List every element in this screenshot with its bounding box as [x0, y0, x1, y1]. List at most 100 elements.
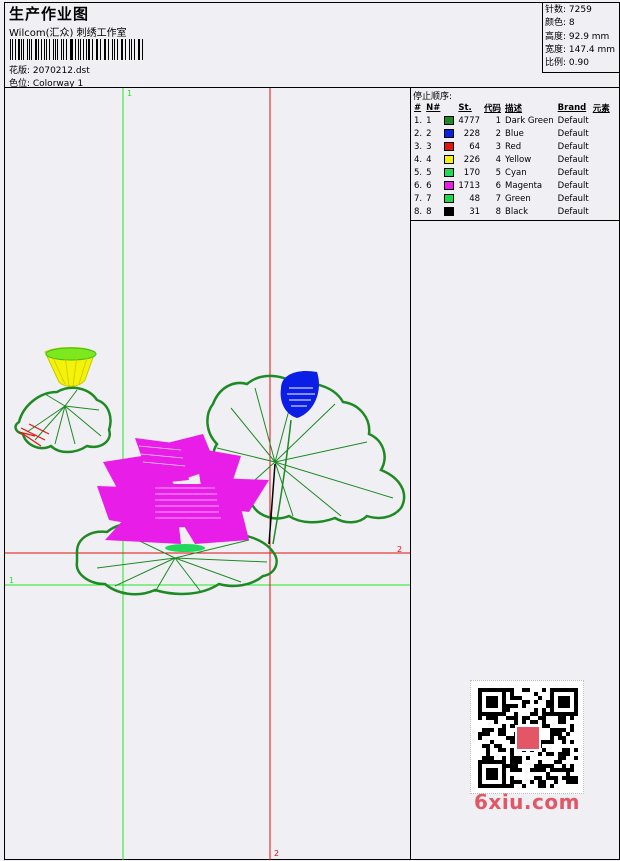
- thread-code: 5: [495, 167, 502, 178]
- thread-element: [591, 140, 612, 153]
- thread-brand: Default: [557, 141, 589, 152]
- thread-stitches: 226: [463, 154, 481, 165]
- swatch-red: [444, 141, 455, 151]
- thread-brand: Default: [557, 193, 589, 204]
- thread-stitches: 4777: [458, 115, 481, 126]
- thread-code: 4: [495, 154, 502, 165]
- thread-brand: Default: [557, 167, 589, 178]
- thread-element: [591, 127, 612, 140]
- thread-stitches: 48: [469, 193, 481, 204]
- color-swatch: [442, 153, 456, 166]
- thread-brand: Default: [557, 115, 589, 126]
- col-description: 描述: [505, 103, 523, 114]
- barcode-image: [10, 39, 146, 60]
- color-swatch: [442, 192, 456, 205]
- embroidery-canvas[interactable]: 1 1 2 2: [5, 88, 410, 860]
- header-panel: 生产作业图 Wilcom(汇众) 刺绣工作室 花版: 2070212.dst 色…: [4, 2, 620, 89]
- thread-table-header: # N# St. 代码 描述 Brand 元素: [412, 101, 612, 114]
- thread-index: 5.: [414, 167, 423, 178]
- color-swatch: [442, 179, 456, 192]
- thread-number: 6: [426, 180, 432, 191]
- thread-code: 6: [495, 180, 502, 191]
- swatch-dark-green: [444, 115, 455, 125]
- thread-element: [591, 153, 612, 166]
- thread-brand: Default: [557, 180, 589, 191]
- thread-row: 1. 1 4777 1 Dark Green Default: [412, 114, 612, 127]
- thread-code: 8: [495, 206, 502, 217]
- thread-code: 1: [495, 115, 502, 126]
- thread-code: 2: [495, 128, 502, 139]
- swatch-black: [444, 206, 455, 216]
- guide-label-left: 1: [9, 576, 14, 585]
- design-height: 高度: 92.9 mm: [545, 31, 610, 42]
- guide-label-right: 2: [397, 545, 402, 554]
- thread-table: # N# St. 代码 描述 Brand 元素 1. 1 4777 1 Dark Gre…: [412, 101, 612, 218]
- design-width: 宽度: 147.4 mm: [545, 44, 616, 55]
- thread-description: Cyan: [505, 167, 527, 178]
- thread-index: 7.: [414, 193, 423, 204]
- col-brand: Brand: [557, 102, 587, 113]
- color-swatch: [442, 140, 456, 153]
- thread-row: 6. 6 1713 6 Magenta Default: [412, 179, 612, 192]
- color-swatch: [442, 114, 456, 127]
- thread-number: 5: [426, 167, 432, 178]
- watermark-brand: 6xiu.com: [474, 790, 580, 814]
- thread-element: [591, 205, 612, 218]
- thread-number: 4: [426, 154, 432, 165]
- thread-stitches: 64: [469, 141, 481, 152]
- thread-table-panel: 停止顺序: # N# St. 代码 描述 Brand 元素 1. 1 4777 1 Da…: [410, 88, 620, 221]
- thread-number: 7: [426, 193, 432, 204]
- thread-index: 6.: [414, 180, 423, 191]
- col-number: N#: [426, 102, 441, 113]
- thread-row: 3. 3 64 3 Red Default: [412, 140, 612, 153]
- design-file-label: 花版: 2070212.dst: [9, 66, 90, 76]
- thread-description: Blue: [505, 128, 524, 139]
- swatch-cyan: [444, 167, 455, 177]
- yellow-seed-pod: [44, 347, 97, 387]
- swatch-blue: [444, 128, 455, 138]
- thread-code: 7: [495, 193, 502, 204]
- thread-description: Red: [505, 141, 522, 152]
- thread-row: 2. 2 228 2 Blue Default: [412, 127, 612, 140]
- thread-element: [591, 114, 612, 127]
- col-index: #: [414, 102, 422, 113]
- thread-row: 4. 4 226 4 Yellow Default: [412, 153, 612, 166]
- thread-brand: Default: [557, 206, 589, 217]
- thread-description: Green: [505, 193, 531, 204]
- thread-stitches: 31: [469, 206, 481, 217]
- green-flower-base: [165, 544, 205, 552]
- guide-label-bottom: 2: [274, 849, 279, 858]
- thread-brand: Default: [557, 154, 589, 165]
- thread-row: 8. 8 31 8 Black Default: [412, 205, 612, 218]
- thread-stitches: 170: [463, 167, 481, 178]
- thread-element: [591, 166, 612, 179]
- col-color: [442, 101, 456, 114]
- thread-stitches: 228: [463, 128, 481, 139]
- thread-index: 4.: [414, 154, 423, 165]
- thread-code: 3: [495, 141, 502, 152]
- swatch-magenta: [444, 180, 455, 190]
- company-name: Wilcom(汇众) 刺绣工作室: [9, 28, 127, 39]
- color-count: 颜色: 8: [545, 18, 575, 29]
- col-stitches: St.: [458, 102, 472, 113]
- thread-number: 2: [426, 128, 432, 139]
- qr-code: [470, 680, 584, 794]
- color-swatch: [442, 166, 456, 179]
- swatch-green: [444, 193, 455, 203]
- thread-number: 3: [426, 141, 432, 152]
- design-scale: 比例: 0.90: [545, 58, 589, 69]
- col-element: 元素: [592, 103, 610, 114]
- embroidery-preview: 1 1 2 2: [5, 88, 410, 860]
- thread-index: 8.: [414, 206, 423, 217]
- thread-index: 1.: [414, 115, 423, 126]
- thread-number: 8: [426, 206, 432, 217]
- guide-label-top: 1: [127, 89, 132, 98]
- color-swatch: [442, 205, 456, 218]
- small-lotus-leaf: [14, 386, 112, 454]
- page-title: 生产作业图: [9, 5, 90, 23]
- swatch-yellow: [444, 154, 455, 164]
- thread-element: [591, 192, 612, 205]
- thread-description: Magenta: [505, 180, 543, 191]
- thread-element: [591, 179, 612, 192]
- stitch-count: 针数: 7259: [545, 5, 592, 15]
